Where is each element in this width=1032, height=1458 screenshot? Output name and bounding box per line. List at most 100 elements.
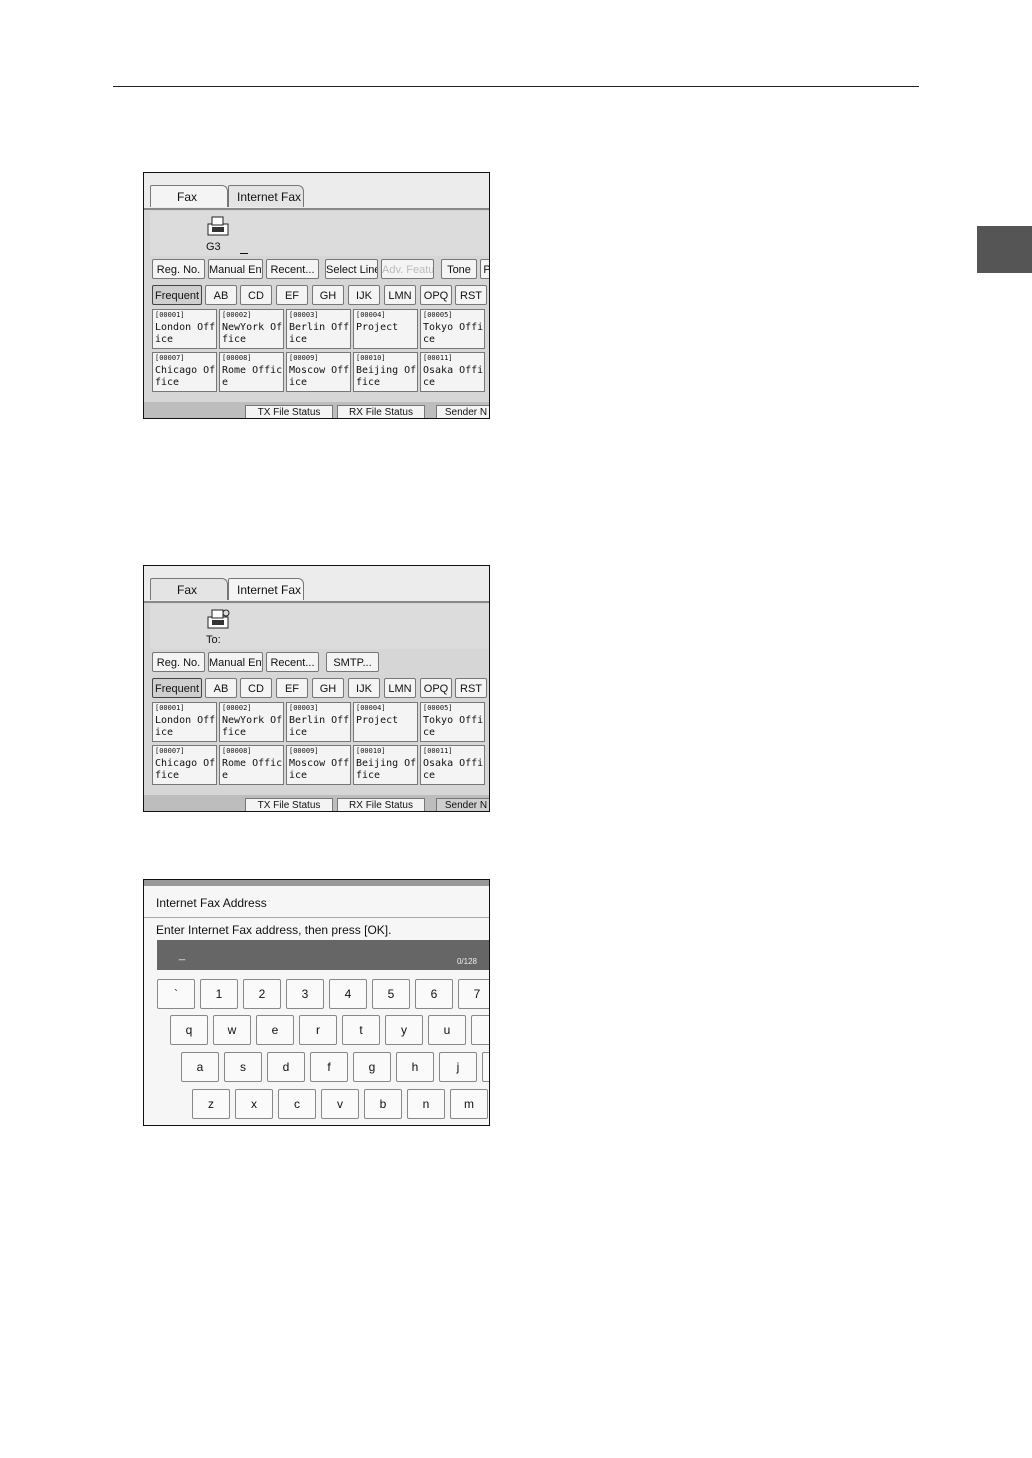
index-tab-lmn[interactable]: LMN [384, 285, 416, 305]
instruction-text: Enter Internet Fax address, then press [… [156, 923, 392, 937]
rx-file-status-button[interactable]: RX File Status [337, 405, 425, 418]
key-q[interactable]: q [170, 1015, 208, 1045]
destination-key[interactable]: [00010] Beijing Of fice [353, 745, 418, 785]
destination-key[interactable]: [00008] Rome Offic e [219, 352, 284, 392]
key-s[interactable]: s [224, 1052, 262, 1082]
destination-key[interactable]: [00001] London Off ice [152, 702, 217, 742]
sender-name-button[interactable]: Sender N [436, 798, 489, 811]
address-input-field[interactable]: _ 0/128 [157, 940, 489, 970]
key-x[interactable]: x [235, 1089, 273, 1119]
index-tab-opq[interactable]: OPQ [420, 285, 452, 305]
key-7[interactable]: 7 [458, 979, 489, 1009]
destination-key[interactable]: [00002] NewYork Of fice [219, 702, 284, 742]
destination-key[interactable]: [00009] Moscow Off ice [286, 352, 351, 392]
tone-button[interactable]: Tone [441, 259, 477, 279]
tab-internet-fax[interactable]: Internet Fax [228, 578, 304, 600]
tx-file-status-button[interactable]: TX File Status [245, 405, 333, 418]
key-4[interactable]: 4 [329, 979, 367, 1009]
key-h[interactable]: h [396, 1052, 434, 1082]
chapter-tab-marker [977, 226, 1032, 273]
recent-button[interactable]: Recent... [266, 652, 319, 672]
tab-divider [144, 601, 489, 603]
key-b[interactable]: b [364, 1089, 402, 1119]
to-label: To: [206, 634, 221, 646]
index-tab-gh[interactable]: GH [312, 678, 344, 698]
key-5[interactable]: 5 [372, 979, 410, 1009]
adv-features-button[interactable]: Adv. Features [381, 259, 434, 279]
key-c[interactable]: c [278, 1089, 316, 1119]
index-tab-frequent[interactable]: Frequent [152, 285, 202, 305]
index-tab-ijk[interactable]: IJK [348, 678, 380, 698]
key-j[interactable]: j [439, 1052, 477, 1082]
destination-key[interactable]: [00003] Berlin Off ice [286, 702, 351, 742]
key-e[interactable]: e [256, 1015, 294, 1045]
key-6[interactable]: 6 [415, 979, 453, 1009]
destination-key[interactable]: [00003] Berlin Off ice [286, 309, 351, 349]
destination-key[interactable]: [00009] Moscow Off ice [286, 745, 351, 785]
index-tab-gh[interactable]: GH [312, 285, 344, 305]
key-t[interactable]: t [342, 1015, 380, 1045]
destination-key[interactable]: [00010] Beijing Of fice [353, 352, 418, 392]
index-tab-cd[interactable]: CD [240, 285, 272, 305]
destination-key[interactable]: [00005] Tokyo Offi ce [420, 702, 485, 742]
key-r[interactable]: r [299, 1015, 337, 1045]
p-button[interactable]: P [480, 259, 489, 279]
index-tab-cd[interactable]: CD [240, 678, 272, 698]
index-tab-rst[interactable]: RST [455, 285, 487, 305]
key-partial[interactable] [482, 1052, 489, 1082]
tab-fax[interactable]: Fax [150, 185, 228, 207]
key-g[interactable]: g [353, 1052, 391, 1082]
tx-file-status-button[interactable]: TX File Status [245, 798, 333, 811]
destination-key[interactable]: [00011] Osaka Offi ce [420, 352, 485, 392]
index-tab-opq[interactable]: OPQ [420, 678, 452, 698]
sender-name-button[interactable]: Sender N [436, 405, 489, 418]
key-d[interactable]: d [267, 1052, 305, 1082]
reg-no-button[interactable]: Reg. No. [152, 259, 205, 279]
index-tab-frequent[interactable]: Frequent [152, 678, 202, 698]
destination-name: Berlin Off ice [289, 322, 350, 345]
key-backtick[interactable]: ` [157, 979, 195, 1009]
destination-key[interactable]: [00007] Chicago Of fice [152, 352, 217, 392]
recent-button[interactable]: Recent... [266, 259, 319, 279]
index-tab-rst[interactable]: RST [455, 678, 487, 698]
destination-key[interactable]: [00001] London Off ice [152, 309, 217, 349]
tab-internet-fax[interactable]: Internet Fax [228, 185, 304, 207]
manual-entry-button[interactable]: Manual Entry [208, 259, 263, 279]
destination-name: Chicago Of fice [155, 365, 216, 388]
key-f[interactable]: f [310, 1052, 348, 1082]
key-z[interactable]: z [192, 1089, 230, 1119]
smtp-button[interactable]: SMTP... [326, 652, 379, 672]
key-partial[interactable] [471, 1015, 489, 1045]
destination-key[interactable]: [00011] Osaka Offi ce [420, 745, 485, 785]
key-v[interactable]: v [321, 1089, 359, 1119]
key-a[interactable]: a [181, 1052, 219, 1082]
index-tab-ab[interactable]: AB [205, 285, 237, 305]
key-3[interactable]: 3 [286, 979, 324, 1009]
destination-key[interactable]: [00002] NewYork Of fice [219, 309, 284, 349]
key-n[interactable]: n [407, 1089, 445, 1119]
destination-key[interactable]: [00005] Tokyo Offi ce [420, 309, 485, 349]
index-tab-ef[interactable]: EF [276, 285, 308, 305]
key-m[interactable]: m [450, 1089, 488, 1119]
destination-key[interactable]: [00008] Rome Offic e [219, 745, 284, 785]
key-1[interactable]: 1 [200, 979, 238, 1009]
destination-code: [00002] [222, 704, 252, 712]
key-2[interactable]: 2 [243, 979, 281, 1009]
destination-key[interactable]: [00004] Project [353, 309, 418, 349]
key-w[interactable]: w [213, 1015, 251, 1045]
destination-code: [00001] [155, 704, 185, 712]
select-line-button[interactable]: Select Line [325, 259, 378, 279]
index-tab-ef[interactable]: EF [276, 678, 308, 698]
key-u[interactable]: u [428, 1015, 466, 1045]
manual-entry-button[interactable]: Manual Entry [208, 652, 263, 672]
tab-fax[interactable]: Fax [150, 578, 228, 600]
key-y[interactable]: y [385, 1015, 423, 1045]
destination-key[interactable]: [00004] Project [353, 702, 418, 742]
reg-no-button[interactable]: Reg. No. [152, 652, 205, 672]
index-tab-ijk[interactable]: IJK [348, 285, 380, 305]
destination-key[interactable]: [00007] Chicago Of fice [152, 745, 217, 785]
index-tab-lmn[interactable]: LMN [384, 678, 416, 698]
rx-file-status-button[interactable]: RX File Status [337, 798, 425, 811]
destination-code: [00007] [155, 747, 185, 755]
index-tab-ab[interactable]: AB [205, 678, 237, 698]
